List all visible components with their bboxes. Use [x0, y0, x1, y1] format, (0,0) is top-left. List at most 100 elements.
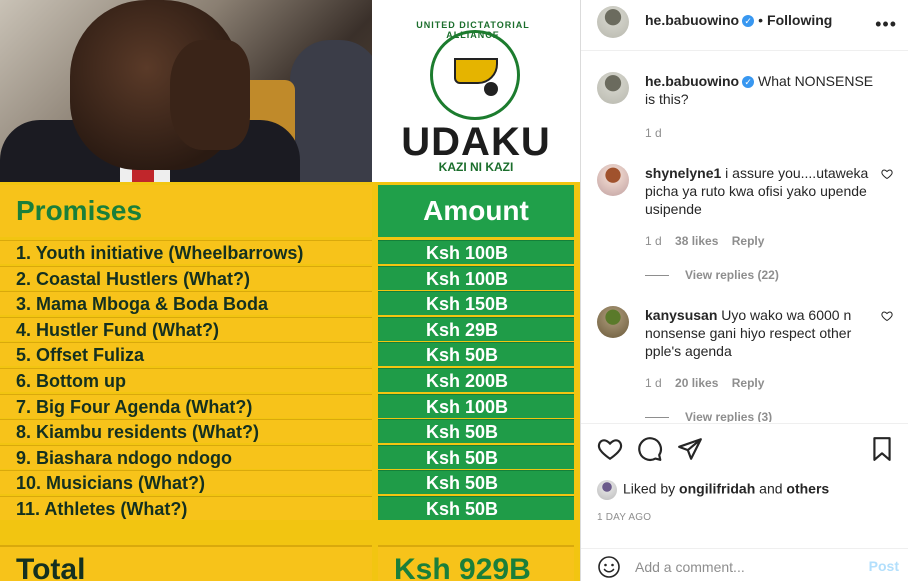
- promise-label: 4. Hustler Fund (What?): [0, 316, 372, 341]
- verified-badge-icon: ✓: [742, 76, 755, 88]
- liked-user[interactable]: ongilifridah: [679, 481, 755, 497]
- comment-time: 1 d: [645, 376, 662, 390]
- table-header-promises: Promises: [0, 185, 372, 237]
- comment-username[interactable]: shynelyne1: [645, 165, 721, 181]
- promise-amount: Ksh 50B: [378, 470, 574, 495]
- promise-label: 1. Youth initiative (Wheelbarrows): [0, 240, 372, 264]
- promise-amount: Ksh 100B: [378, 393, 574, 418]
- comment-likes[interactable]: 38 likes: [675, 234, 718, 248]
- liker-avatar[interactable]: [597, 480, 617, 500]
- comment-username[interactable]: kanysusan: [645, 307, 717, 323]
- heart-icon[interactable]: [597, 436, 623, 462]
- comment-body: shynelyne1 i assure you....utaweka picha…: [645, 164, 881, 218]
- promise-amount: Ksh 100B: [378, 240, 574, 264]
- add-comment-bar: Post: [581, 548, 908, 581]
- caption-username[interactable]: he.babuowino: [645, 73, 739, 89]
- verified-badge-icon: ✓: [742, 15, 755, 27]
- party-logo: UNITED DICTATORIAL ALLIANCE UDAKU KAZI N…: [372, 0, 580, 182]
- following-button[interactable]: Following: [767, 12, 832, 28]
- table-row: 7. Big Four Agenda (What?) Ksh 100B: [0, 393, 580, 420]
- caption-avatar[interactable]: [597, 72, 629, 104]
- comment-body: kanysusan Uyo wako wa 6000 n nonsense ga…: [645, 306, 881, 360]
- total-label-cell: Total: [0, 545, 372, 581]
- more-options-icon[interactable]: •••: [875, 14, 897, 35]
- table-row: 8. Kiambu residents (What?) Ksh 50B: [0, 419, 580, 445]
- comment-likes[interactable]: 20 likes: [675, 376, 718, 390]
- promise-amount: Ksh 150B: [378, 291, 574, 316]
- promise-amount: Ksh 50B: [378, 419, 574, 444]
- table-row: 5. Offset Fuliza Ksh 50B: [0, 342, 580, 368]
- comment-meta: 1 d 38 likes Reply: [645, 234, 774, 248]
- caption: he.babuowino ✓ What NONSENSE is this? 1 d: [597, 72, 897, 162]
- comment-time: 1 d: [645, 234, 662, 248]
- view-replies-label: View replies (22): [685, 268, 779, 282]
- view-replies-label: View replies (3): [685, 410, 773, 422]
- comment: kanysusan Uyo wako wa 6000 n nonsense ga…: [597, 306, 897, 422]
- table-row: 3. Mama Mboga & Boda Boda Ksh 150B: [0, 291, 580, 317]
- promise-amount: Ksh 50B: [378, 495, 574, 520]
- post-header: he.babuowino ✓ • Following •••: [581, 0, 908, 51]
- post-image[interactable]: UNITED DICTATORIAL ALLIANCE UDAKU KAZI N…: [0, 0, 580, 581]
- post-button[interactable]: Post: [869, 558, 899, 574]
- promise-label: 9. Biashara ndogo ndogo: [0, 444, 372, 469]
- caption-time: 1 d: [645, 126, 662, 140]
- author-avatar[interactable]: [597, 6, 629, 38]
- total-label: Total: [16, 553, 86, 581]
- promise-label: 10. Musicians (What?): [0, 470, 372, 495]
- liked-and: and: [759, 480, 783, 497]
- comment-avatar[interactable]: [597, 164, 629, 196]
- comment-input[interactable]: [635, 557, 855, 577]
- table-row: 2. Coastal Hustlers (What?) Ksh 100B: [0, 265, 580, 292]
- comments-list: he.babuowino ✓ What NONSENSE is this? 1 d…: [581, 52, 908, 422]
- comment-meta: 1 d 20 likes Reply: [645, 376, 774, 390]
- background-person: [290, 40, 372, 182]
- promise-amount: Ksh 50B: [378, 444, 574, 469]
- logo-tagline: KAZI NI KAZI: [438, 160, 514, 174]
- logo-name: UDAKU: [401, 120, 551, 164]
- promise-amount: Ksh 100B: [378, 265, 574, 290]
- total-amount: Ksh 929B: [394, 553, 531, 581]
- view-replies-button[interactable]: View replies (22): [645, 268, 779, 282]
- comment-icon[interactable]: [637, 436, 663, 462]
- replies-line: [645, 275, 669, 277]
- comment: shynelyne1 i assure you....utaweka picha…: [597, 164, 897, 294]
- total-amount-cell: Ksh 929B: [378, 545, 574, 581]
- promise-amount: Ksh 200B: [378, 367, 574, 392]
- post-photo: [0, 0, 372, 182]
- header-promises-label: Promises: [16, 195, 143, 226]
- promise-amount: Ksh 50B: [378, 342, 574, 367]
- promise-label: 6. Bottom up: [0, 367, 372, 392]
- promise-label: 11. Athletes (What?): [0, 495, 372, 520]
- post-time: 1 DAY AGO: [597, 512, 652, 523]
- replies-line: [645, 417, 669, 419]
- promise-label: 3. Mama Mboga & Boda Boda: [0, 291, 372, 316]
- table-row: 4. Hustler Fund (What?) Ksh 29B: [0, 316, 580, 343]
- liked-others[interactable]: others: [786, 481, 829, 497]
- post-side-panel: he.babuowino ✓ • Following ••• he.babuowino…: [580, 0, 908, 581]
- promise-label: 5. Offset Fuliza: [0, 342, 372, 367]
- wheel-icon: [484, 82, 498, 96]
- liked-by: Liked by ongilifridah and others: [597, 480, 829, 500]
- author-line: he.babuowino ✓ • Following: [645, 12, 832, 28]
- reply-button[interactable]: Reply: [732, 234, 765, 248]
- reply-button[interactable]: Reply: [732, 376, 765, 390]
- caption-meta: 1 d: [645, 126, 672, 140]
- promise-label: 7. Big Four Agenda (What?): [0, 393, 372, 418]
- comment-heart-icon[interactable]: [881, 310, 893, 322]
- table-header-amount: Amount: [378, 185, 574, 237]
- view-replies-button[interactable]: View replies (3): [645, 410, 772, 422]
- promise-amount: Ksh 29B: [378, 316, 574, 341]
- post-actions: Liked by ongilifridah and others 1 DAY A…: [581, 423, 908, 581]
- comment-avatar[interactable]: [597, 306, 629, 338]
- bookmark-icon[interactable]: [869, 436, 895, 462]
- caption-body: he.babuowino ✓ What NONSENSE is this?: [645, 72, 881, 108]
- table-row: 9. Biashara ndogo ndogo Ksh 50B: [0, 444, 580, 471]
- comment-heart-icon[interactable]: [881, 168, 893, 180]
- table-row: 10. Musicians (What?) Ksh 50B: [0, 470, 580, 496]
- hand-on-face: [170, 40, 250, 150]
- emoji-icon[interactable]: [597, 555, 621, 579]
- promise-label: 8. Kiambu residents (What?): [0, 419, 372, 444]
- table-row: 6. Bottom up Ksh 200B: [0, 367, 580, 394]
- author-username[interactable]: he.babuowino: [645, 12, 739, 28]
- share-icon[interactable]: [677, 436, 703, 462]
